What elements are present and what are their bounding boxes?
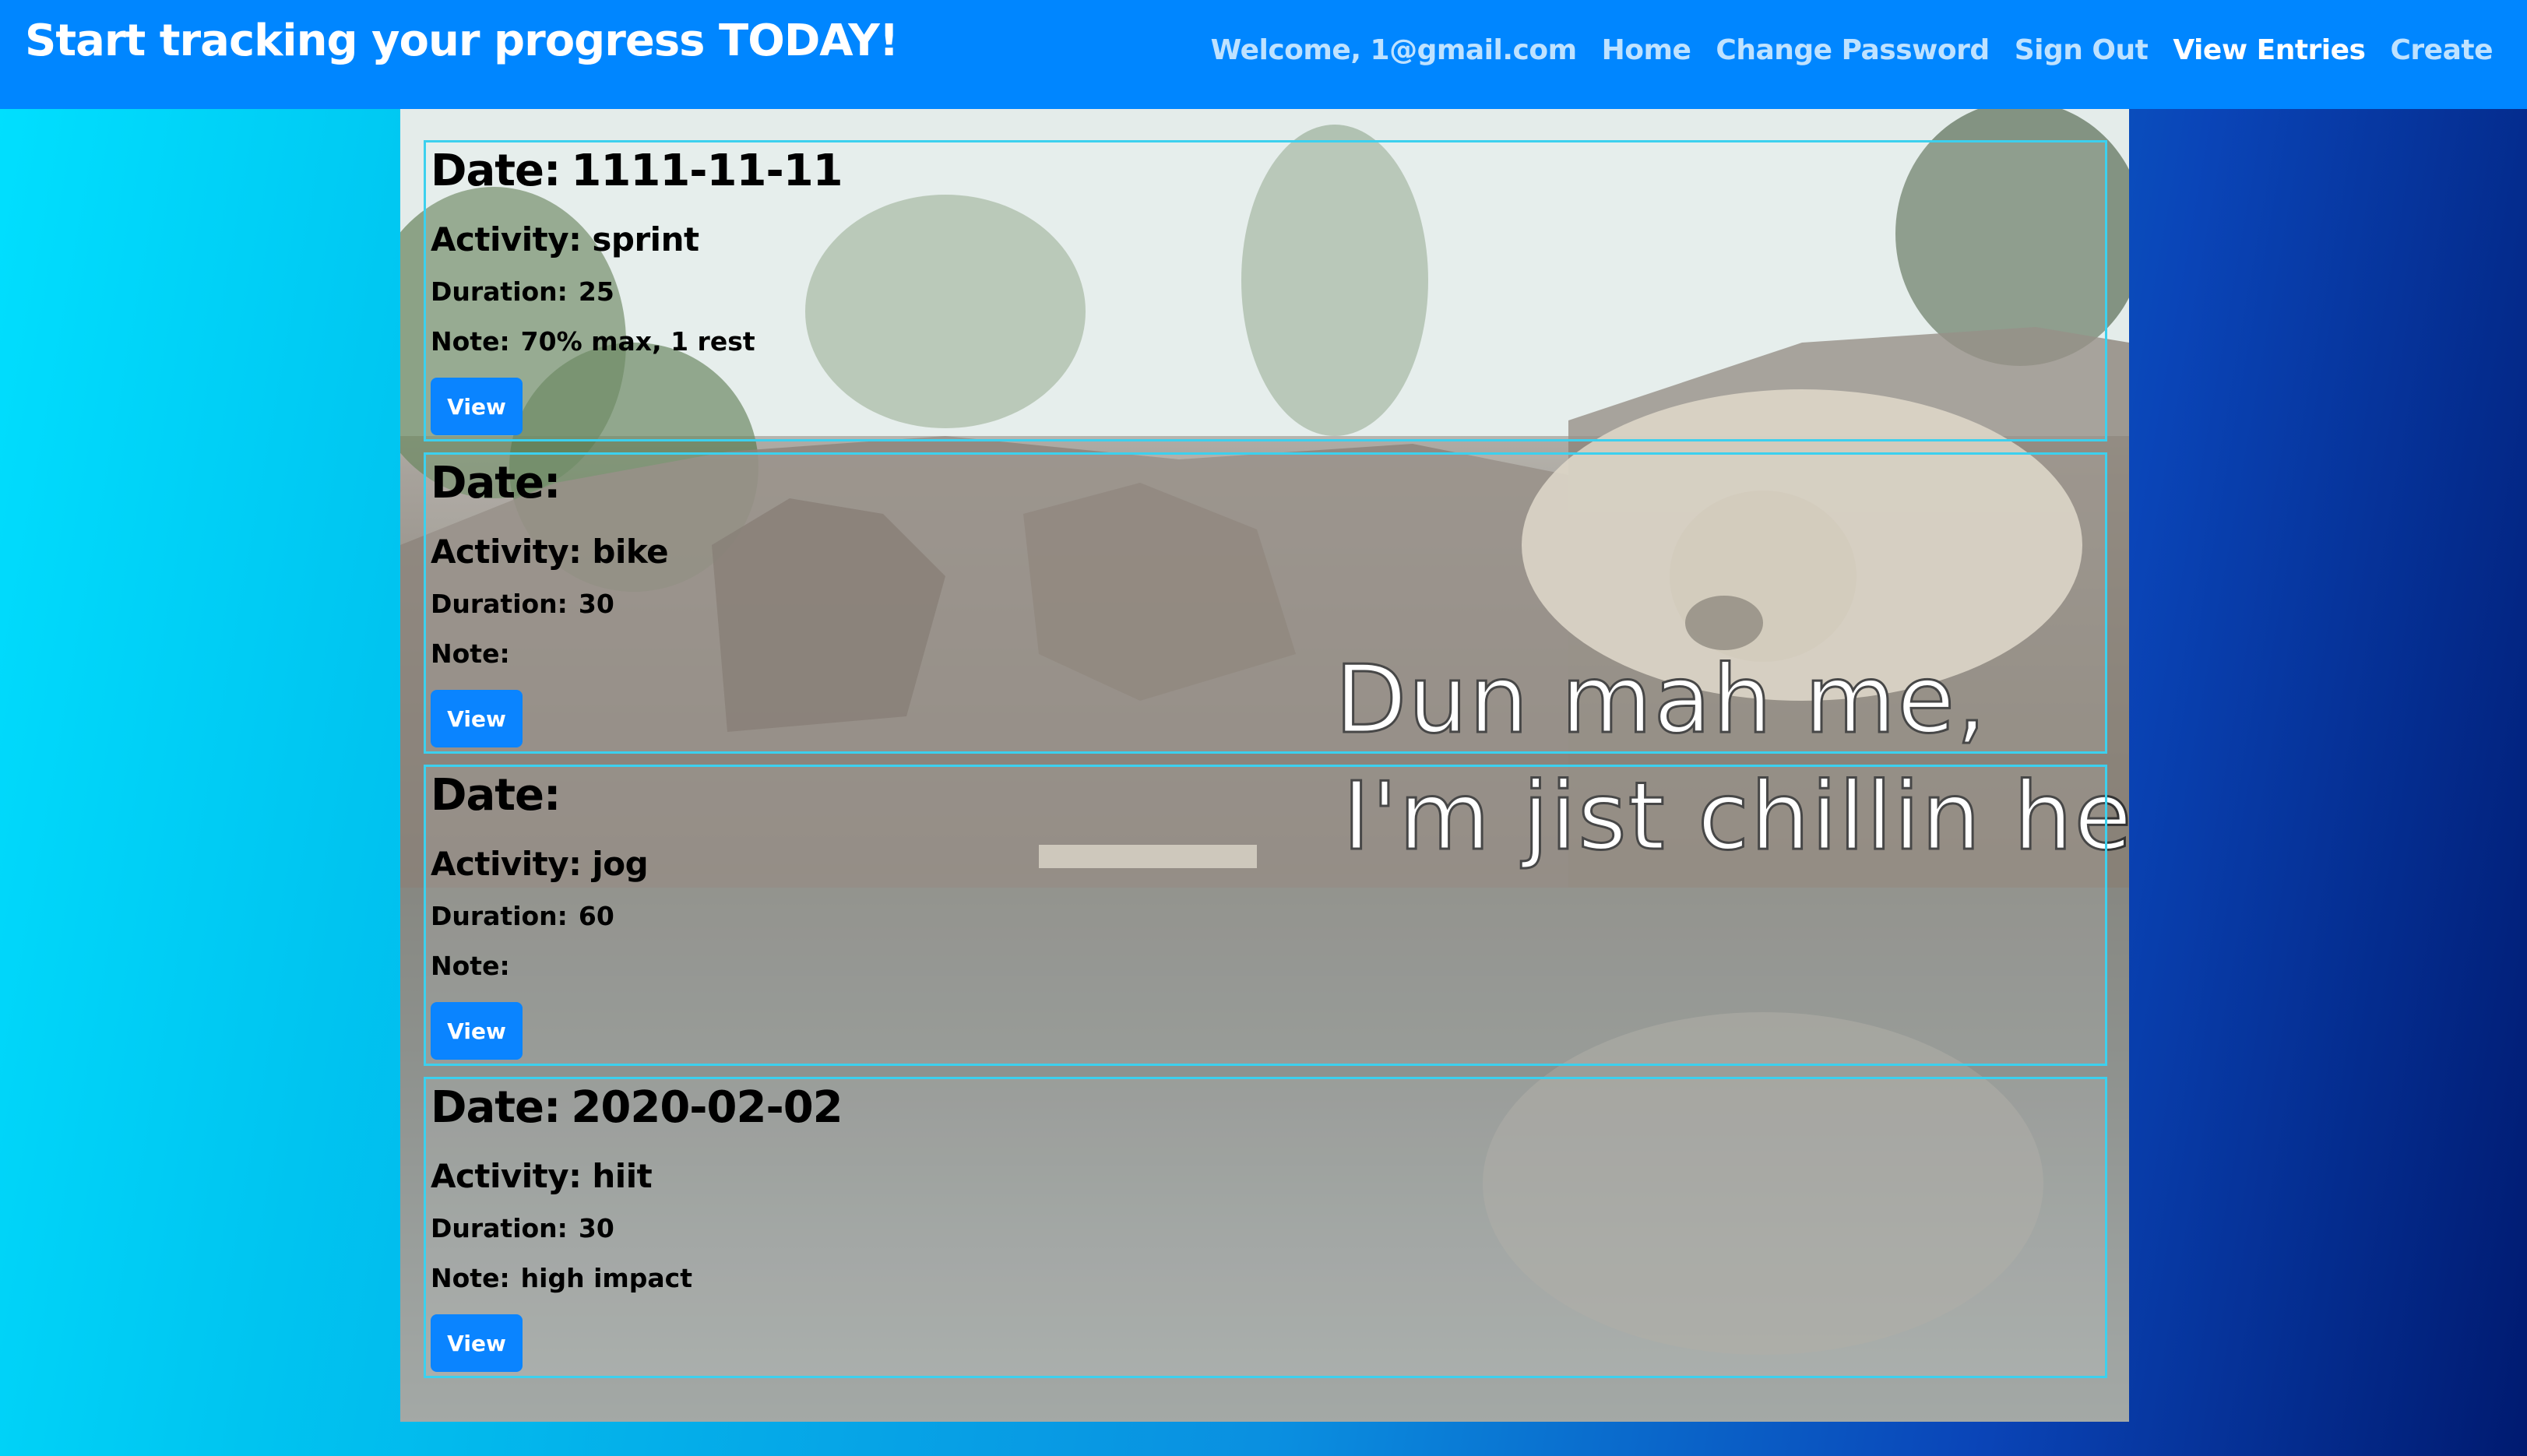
duration-value: 30 bbox=[578, 1213, 614, 1243]
entry-date: Date: bbox=[431, 458, 571, 508]
date-label: Date: bbox=[431, 458, 561, 508]
nav-home[interactable]: Home bbox=[1602, 34, 1691, 66]
nav-change-password[interactable]: Change Password bbox=[1716, 34, 1990, 66]
duration-value: 25 bbox=[578, 276, 614, 307]
entry-duration: Duration: 25 bbox=[431, 276, 614, 307]
nav-sign-out[interactable]: Sign Out bbox=[2015, 34, 2149, 66]
activity-label: Activity: bbox=[431, 1157, 582, 1195]
view-button[interactable]: View bbox=[431, 690, 523, 747]
entry-card: Date: Activity: bike Duration: 30 Note: Vi… bbox=[424, 452, 2107, 754]
nav-links: Welcome, 1@gmail.com Home Change Passwor… bbox=[1211, 28, 2494, 72]
note-value: 70% max, 1 rest bbox=[520, 326, 755, 357]
entry-card: Date: 2020-02-02 Activity: hiit Duration: 3… bbox=[424, 1077, 2107, 1378]
entry-date: Date: bbox=[431, 770, 571, 821]
date-label: Date: bbox=[431, 146, 561, 196]
view-button[interactable]: View bbox=[431, 1314, 523, 1372]
activity-value: jog bbox=[592, 845, 649, 883]
brand-title[interactable]: Start tracking your progress TODAY! bbox=[25, 14, 899, 69]
duration-label: Duration: bbox=[431, 1213, 568, 1243]
duration-value: 60 bbox=[578, 901, 614, 931]
note-label: Note: bbox=[431, 951, 510, 981]
date-value: 2020-02-02 bbox=[571, 1082, 843, 1133]
entry-duration: Duration: 30 bbox=[431, 589, 614, 619]
duration-label: Duration: bbox=[431, 589, 568, 619]
entries-container: Dun mah me, I'm jist chillin he Date: 111… bbox=[400, 109, 2129, 1422]
note-label: Note: bbox=[431, 1263, 510, 1293]
nav-create[interactable]: Create bbox=[2390, 34, 2493, 66]
note-label: Note: bbox=[431, 638, 510, 669]
entry-activity: Activity: jog bbox=[431, 845, 649, 883]
entry-activity: Activity: hiit bbox=[431, 1157, 653, 1195]
activity-value: bike bbox=[592, 533, 669, 571]
nav-view-entries[interactable]: View Entries bbox=[2173, 34, 2366, 66]
nav-welcome[interactable]: Welcome, 1@gmail.com bbox=[1211, 34, 1577, 66]
entry-duration: Duration: 30 bbox=[431, 1213, 614, 1243]
note-value: high impact bbox=[520, 1263, 692, 1293]
entry-note: Note: 70% max, 1 rest bbox=[431, 326, 755, 357]
navbar: Start tracking your progress TODAY! Welc… bbox=[0, 0, 2527, 109]
activity-value: sprint bbox=[592, 220, 699, 258]
entry-card: Date: Activity: jog Duration: 60 Note: Vie… bbox=[424, 765, 2107, 1066]
duration-label: Duration: bbox=[431, 276, 568, 307]
note-label: Note: bbox=[431, 326, 510, 357]
view-button[interactable]: View bbox=[431, 1002, 523, 1060]
entry-date: Date: 2020-02-02 bbox=[431, 1082, 843, 1133]
date-value: 1111-11-11 bbox=[571, 146, 843, 196]
entry-duration: Duration: 60 bbox=[431, 901, 614, 931]
date-label: Date: bbox=[431, 1082, 561, 1133]
entry-note: Note: bbox=[431, 638, 521, 669]
activity-label: Activity: bbox=[431, 845, 582, 883]
entry-note: Note: bbox=[431, 951, 521, 981]
date-label: Date: bbox=[431, 770, 561, 821]
view-button[interactable]: View bbox=[431, 378, 523, 435]
entry-activity: Activity: bike bbox=[431, 533, 669, 571]
activity-label: Activity: bbox=[431, 220, 582, 258]
activity-value: hiit bbox=[592, 1157, 653, 1195]
entries-list: Date: 1111-11-11 Activity: sprint Duration… bbox=[424, 140, 2107, 1389]
duration-value: 30 bbox=[578, 589, 614, 619]
activity-label: Activity: bbox=[431, 533, 582, 571]
duration-label: Duration: bbox=[431, 901, 568, 931]
entry-card: Date: 1111-11-11 Activity: sprint Duration… bbox=[424, 140, 2107, 441]
entry-activity: Activity: sprint bbox=[431, 220, 699, 258]
entry-note: Note: high impact bbox=[431, 1263, 692, 1293]
entry-date: Date: 1111-11-11 bbox=[431, 146, 843, 196]
